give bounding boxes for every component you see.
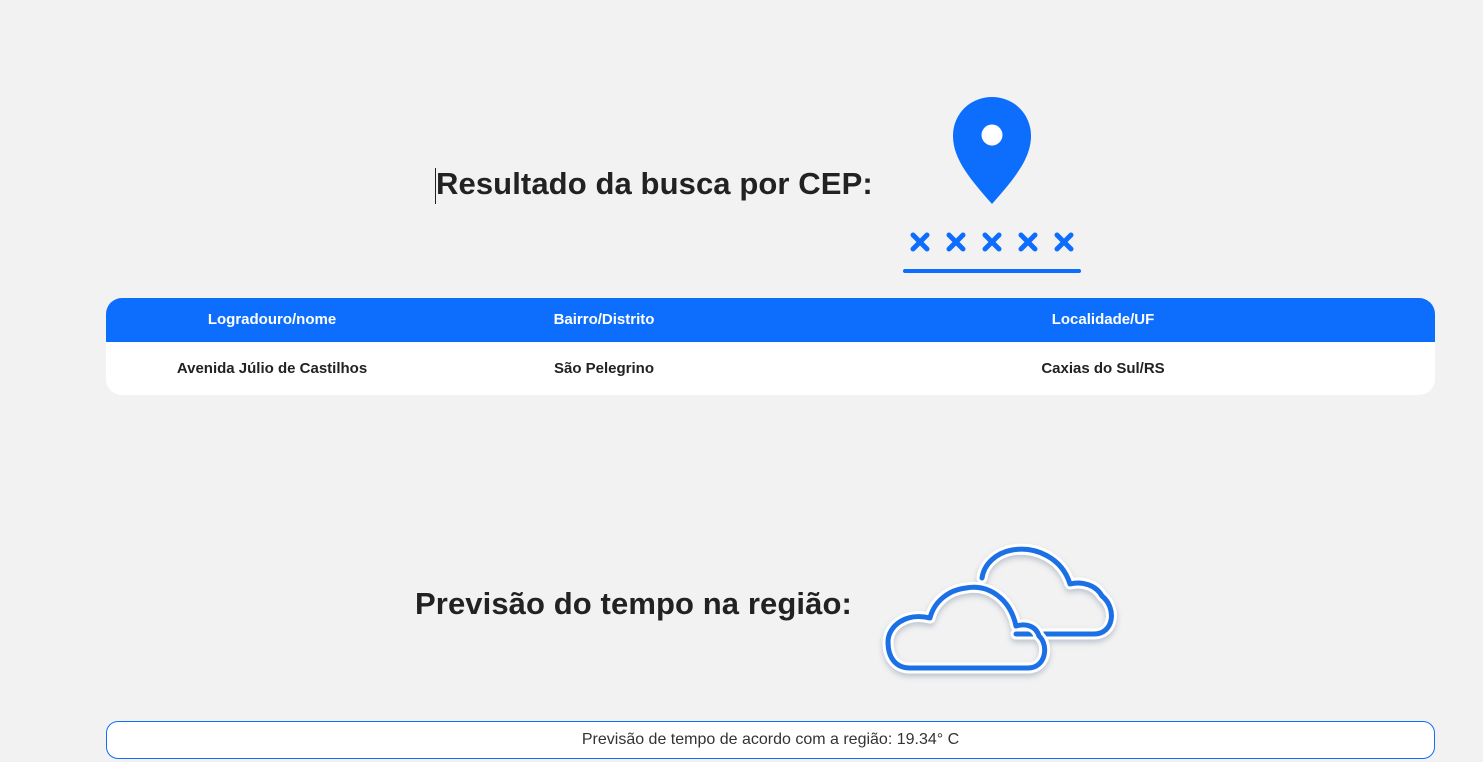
cell-logradouro: Avenida Júlio de Castilhos	[176, 360, 368, 377]
cep-result-table: Logradouro/nome Bairro/Distrito Localida…	[106, 298, 1435, 395]
cell-bairro: São Pelegrino	[553, 360, 655, 377]
cloud-icon	[882, 543, 1117, 674]
weather-forecast-text: Previsão de tempo de acordo com a região…	[106, 721, 1435, 759]
header-logradouro: Logradouro/nome	[207, 311, 337, 328]
cell-localidade: Caxias do Sul/RS	[1041, 360, 1165, 377]
header-localidade: Localidade/UF	[1051, 311, 1155, 328]
map-pin-icon	[903, 97, 1081, 273]
header-bairro: Bairro/Distrito	[553, 311, 655, 328]
cep-result-title: Resultado da busca por CEP:	[436, 166, 873, 201]
table-header-row: Logradouro/nome Bairro/Distrito Localida…	[106, 298, 1435, 342]
weather-title: Previsão do tempo na região:	[415, 586, 852, 621]
